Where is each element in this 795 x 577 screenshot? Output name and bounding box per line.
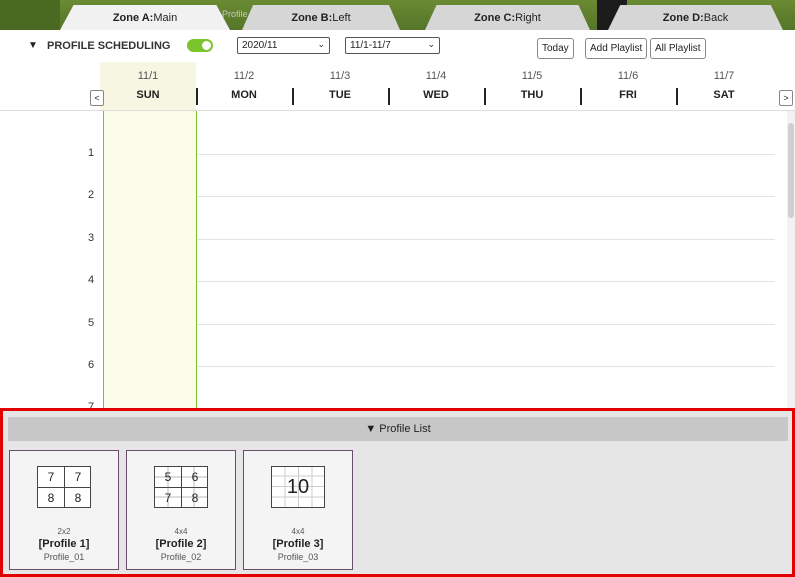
profile-card-3[interactable]: 10 4x4 [Profile 3] Profile_03 <box>243 450 353 570</box>
screen-cell: 7 <box>47 470 55 484</box>
screen-cell: 10 <box>286 476 310 498</box>
day-date: 11/7 <box>713 70 735 82</box>
day-date: 11/5 <box>521 70 543 82</box>
week-header: 11/1 SUN 11/2 MON 11/3 TUE 11/4 WED 11/5… <box>0 62 795 110</box>
screen-cell: 7 <box>164 491 172 505</box>
tab-zone-a-value: Main <box>153 11 178 24</box>
day-date: 11/3 <box>329 70 351 82</box>
month-select[interactable]: 2020/11 ⌄ <box>237 37 330 54</box>
day-column-header-fri[interactable]: 11/6 FRI <box>580 62 676 110</box>
tab-zone-b[interactable]: Zone B: Left <box>242 5 400 30</box>
profile-name: [Profile 2] <box>155 538 207 550</box>
profile-name: [Profile 1] <box>38 538 90 550</box>
tab-zone-c[interactable]: Zone C: Right <box>425 5 590 30</box>
screen-cell: 6 <box>191 470 199 484</box>
screen-cell: 8 <box>47 491 55 505</box>
day-column-header-thu[interactable]: 11/5 THU <box>484 62 580 110</box>
tab-zone-d[interactable]: Zone D: Back <box>608 5 783 30</box>
tab-zone-c-value: Right <box>515 11 541 24</box>
scheduling-toggle[interactable] <box>187 39 213 52</box>
profile-card-1[interactable]: 7 7 8 8 2x2 [Profile 1] Profile_01 <box>9 450 119 570</box>
profile-list-panel: ▼ Profile List 7 7 8 8 2x2 [Profile 1] P… <box>0 408 795 577</box>
day-column-header-tue[interactable]: 11/3 TUE <box>292 62 388 110</box>
day-of-week: THU <box>520 89 544 101</box>
tab-zone-a-label: Zone A: <box>112 11 154 24</box>
day-of-week: SUN <box>136 89 160 101</box>
hour-label: 1 <box>88 147 95 159</box>
hour-label: 2 <box>88 189 95 201</box>
day-of-week: TUE <box>329 89 351 101</box>
scrollbar-thumb[interactable] <box>788 123 794 218</box>
zone-bar-left-decoration <box>0 0 60 30</box>
hour-gridline <box>197 281 775 282</box>
screen-cell: 5 <box>164 470 172 484</box>
week-select-value: 11/1-11/7 <box>350 40 391 51</box>
profile-card-2[interactable]: 5 6 7 8 4x4 [Profile 2] Profile_02 <box>126 450 236 570</box>
scheduling-toolbar: ▼ PROFILE SCHEDULING 2020/11 ⌄ 11/1-11/7… <box>0 30 795 62</box>
profile-name: [Profile 3] <box>272 538 324 550</box>
day-of-week: SAT <box>713 89 735 101</box>
day-date: 11/6 <box>617 70 639 82</box>
day-date: 11/1 <box>137 70 159 82</box>
chevron-down-icon: ⌄ <box>427 39 435 49</box>
day-column-header-sun[interactable]: 11/1 SUN <box>100 62 196 110</box>
grid-scrollbar[interactable] <box>787 111 795 410</box>
next-week-button[interactable]: > <box>779 90 793 106</box>
tab-zone-b-label: Zone B: <box>291 11 333 24</box>
screen-cell: 8 <box>191 491 199 505</box>
section-title: PROFILE SCHEDULING <box>47 40 171 52</box>
month-select-value: 2020/11 <box>242 40 278 51</box>
hour-label: 5 <box>88 317 95 329</box>
day-of-week: FRI <box>619 89 637 101</box>
zone-overlap-text: Profile <box>222 9 248 19</box>
hour-gridline <box>197 366 775 367</box>
today-button[interactable]: Today <box>537 38 574 59</box>
week-select[interactable]: 11/1-11/7 ⌄ <box>345 37 440 54</box>
profile-layout-label: 4x4 <box>291 527 305 536</box>
zone-tab-bar: Zone A: Main Profile Zone B: Left Zone C: R… <box>0 0 795 30</box>
hour-label: 3 <box>88 232 95 244</box>
tab-zone-a[interactable]: Zone A: Main <box>60 5 230 30</box>
day-of-week: WED <box>423 89 449 101</box>
hour-label: 6 <box>88 359 95 371</box>
hour-label: 4 <box>88 274 95 286</box>
day-column-header-wed[interactable]: 11/4 WED <box>388 62 484 110</box>
collapse-arrow-icon[interactable]: ▼ <box>28 40 38 51</box>
profile-layout-thumbnail: 10 <box>271 466 325 508</box>
day-date: 11/2 <box>233 70 255 82</box>
day-column-header-mon[interactable]: 11/2 MON <box>196 62 292 110</box>
prev-week-button[interactable]: < <box>90 90 104 106</box>
tab-zone-c-label: Zone C: <box>474 11 516 24</box>
day-date: 11/4 <box>425 70 447 82</box>
tab-zone-d-value: Back <box>703 11 729 24</box>
profile-list-header[interactable]: ▼ Profile List <box>8 417 788 441</box>
profile-layout-thumbnail: 5 6 7 8 <box>154 466 208 508</box>
screen-cell: 8 <box>74 491 82 505</box>
all-playlist-button[interactable]: All Playlist <box>650 38 706 59</box>
add-playlist-button[interactable]: Add Playlist <box>585 38 648 59</box>
hour-gridline <box>197 239 775 240</box>
profile-file-name: Profile_03 <box>277 552 319 562</box>
hour-gridline <box>197 324 775 325</box>
profile-layout-thumbnail: 7 7 8 8 <box>37 466 91 508</box>
hour-gridline <box>197 154 775 155</box>
profile-file-name: Profile_01 <box>43 552 85 562</box>
chevron-down-icon: ⌄ <box>317 39 325 49</box>
screen-cell: 7 <box>74 470 82 484</box>
tab-zone-b-value: Left <box>332 11 351 24</box>
day-of-week: MON <box>231 89 257 101</box>
tab-zone-d-label: Zone D: <box>662 11 704 24</box>
schedule-grid[interactable]: 1 2 3 4 5 6 7 <box>0 110 795 410</box>
hour-gridline <box>197 196 775 197</box>
profile-layout-label: 2x2 <box>57 527 71 536</box>
profile-file-name: Profile_02 <box>160 552 202 562</box>
profile-layout-label: 4x4 <box>174 527 188 536</box>
today-column-highlight <box>103 111 197 410</box>
day-column-header-sat[interactable]: 11/7 SAT <box>676 62 772 110</box>
